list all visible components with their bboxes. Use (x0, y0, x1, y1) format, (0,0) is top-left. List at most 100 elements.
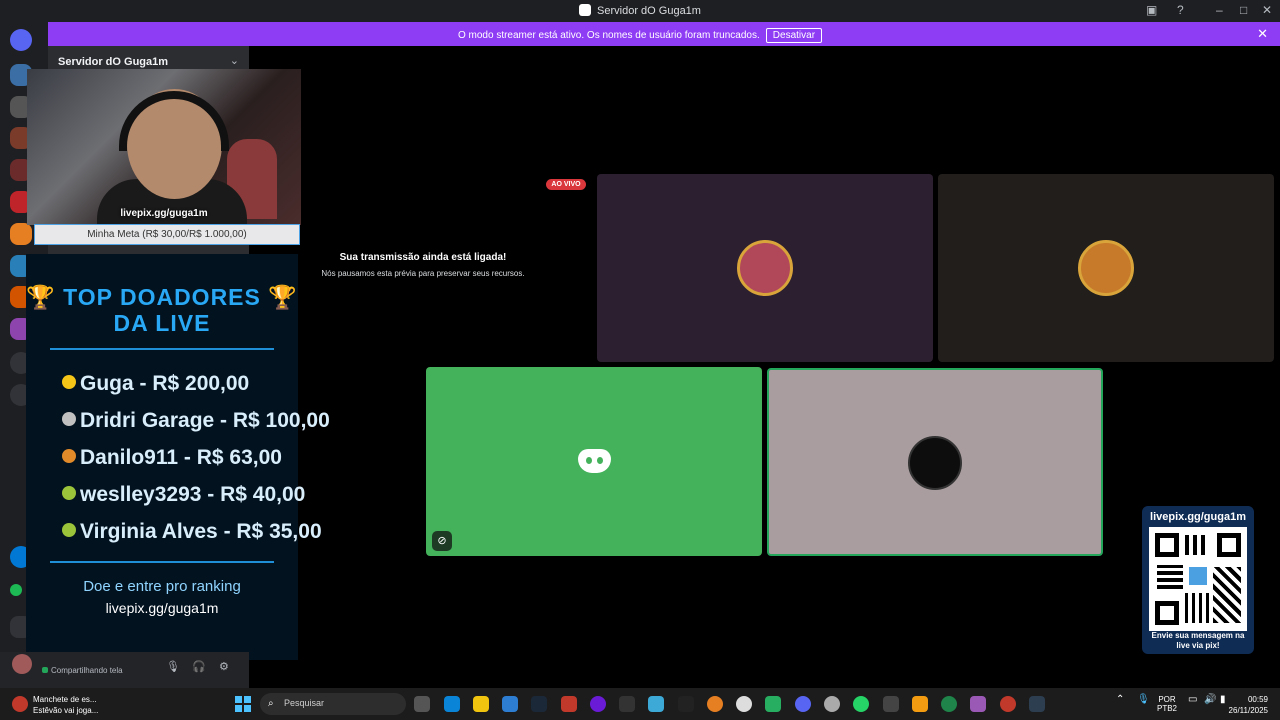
discord-icon[interactable] (795, 696, 811, 712)
app-icon[interactable] (912, 696, 928, 712)
qr-modules (1157, 565, 1183, 589)
close-banner-icon[interactable]: ✕ (1257, 26, 1268, 42)
stream-paused-message: Sua transmissão ainda está ligada! Nós p… (300, 252, 546, 278)
live-badge: AO VIVO (546, 179, 586, 190)
streamer-mode-banner: O modo streamer está ativo. Os nomes de … (0, 22, 1280, 46)
inbox-icon[interactable]: ▣ (1146, 3, 1157, 17)
donor-text: Danilo911 - R$ 63,00 (80, 446, 282, 469)
donor-text: Virginia Alves - R$ 35,00 (80, 520, 322, 543)
edge-icon[interactable] (444, 696, 460, 712)
amazon-games-icon[interactable] (619, 696, 635, 712)
participant-tile-speaking[interactable] (767, 368, 1103, 556)
app-icon[interactable] (970, 696, 986, 712)
donor-row: Virginia Alves - R$ 35,00 (62, 520, 322, 544)
app-icon[interactable] (883, 696, 899, 712)
divider (50, 348, 274, 350)
muted-camera-icon: ⊘ (432, 531, 452, 551)
taskbar-search[interactable]: ⌕ Pesquisar (260, 693, 406, 715)
battery-icon[interactable]: ▮ (1220, 695, 1226, 705)
epic-games-icon[interactable] (678, 696, 694, 712)
silver-medal-icon (62, 412, 76, 426)
chevron-down-icon[interactable]: ⌄ (230, 54, 239, 67)
app-icon[interactable] (707, 696, 723, 712)
app-icon[interactable] (648, 696, 664, 712)
close-window-icon[interactable]: ✕ (1262, 3, 1272, 17)
qr-card-link: livepix.gg/guga1m (1150, 511, 1246, 523)
network-icon[interactable]: ▭ (1188, 695, 1197, 705)
keyboard-layout: PTB2 (1157, 704, 1178, 713)
discord-app-icon (579, 4, 592, 16)
settings-gear-icon[interactable]: ⚙ (219, 660, 229, 673)
news-widget[interactable]: Manchete de es... Estêvão vai joga... (33, 694, 98, 716)
chevron-up-icon[interactable]: ⌃ (1116, 695, 1124, 705)
app-icon[interactable] (824, 696, 840, 712)
camera-caption: livepix.gg/guga1m (120, 208, 208, 219)
donation-goal-bar: Minha Meta (R$ 30,00/R$ 1.000,00) (34, 224, 300, 245)
donor-row: Guga - R$ 200,00 (62, 372, 249, 396)
participant-tile[interactable]: ⊘ (426, 367, 762, 556)
server-name[interactable]: Servidor dO Guga1m (58, 56, 168, 68)
volume-icon[interactable]: 🔊 (1204, 695, 1216, 705)
app-icon[interactable] (765, 696, 781, 712)
stream-subtext: Nós pausamos esta prévia para preservar … (321, 269, 525, 278)
medal-icon (62, 486, 76, 500)
participant-tile[interactable] (938, 174, 1274, 362)
gold-medal-icon (62, 375, 76, 389)
server-icon[interactable] (10, 223, 32, 245)
stream-heading: Sua transmissão ainda está ligada! (339, 252, 507, 263)
windows-start-icon[interactable] (235, 696, 251, 712)
donors-title: 🏆 TOP DOADORES 🏆 DA LIVE (26, 284, 298, 336)
qr-finder (1217, 533, 1241, 557)
language-indicator[interactable]: POR PTB2 (1157, 695, 1177, 713)
medal-icon (62, 523, 76, 537)
qr-modules (1185, 535, 1209, 555)
donor-row: weslley3293 - R$ 40,00 (62, 483, 305, 507)
app-icon[interactable] (736, 696, 752, 712)
donor-text: Dridri Garage - R$ 100,00 (80, 409, 330, 432)
qr-finder (1155, 601, 1179, 625)
headphones-icon[interactable]: 🎧 (192, 660, 206, 673)
disable-streamer-mode-button[interactable]: Desativar (765, 28, 823, 43)
discord-home-icon[interactable] (10, 29, 32, 51)
avatar[interactable] (12, 654, 32, 674)
clock[interactable]: 00:59 26/11/2025 (1229, 694, 1268, 716)
participant-avatar (1078, 240, 1134, 296)
date: 26/11/2025 (1228, 706, 1268, 715)
qr-card-message: Envie sua mensagem na live via pix! (1151, 631, 1245, 650)
screen-share-status: Compartilhando tela (42, 666, 123, 675)
app-icon[interactable] (561, 696, 577, 712)
help-icon[interactable]: ? (1177, 3, 1184, 17)
news-subtitle: Estêvão vai joga... (33, 706, 99, 715)
news-widget-icon[interactable] (12, 696, 28, 712)
donors-title-line2: DA LIVE (113, 310, 211, 336)
microphone-tray-icon[interactable]: 🎙 (1137, 695, 1150, 705)
qr-modules (1185, 593, 1209, 623)
participant-tile[interactable] (597, 174, 933, 362)
whatsapp-icon[interactable] (853, 696, 869, 712)
app-icon[interactable] (941, 696, 957, 712)
bronze-medal-icon (62, 449, 76, 463)
donor-text: Guga - R$ 200,00 (80, 372, 250, 395)
app-icon[interactable] (1029, 696, 1045, 712)
time: 00:59 (1247, 695, 1268, 704)
spotify-icon[interactable] (10, 584, 22, 596)
app-icon[interactable] (590, 696, 606, 712)
minimize-icon[interactable]: – (1216, 3, 1223, 17)
donors-title-line1: 🏆 TOP DOADORES 🏆 (26, 284, 298, 310)
store-icon[interactable] (502, 696, 518, 712)
user-panel: Compartilhando tela 🎙 🎧 ⚙ (0, 652, 249, 688)
microphone-icon[interactable]: 🎙 (166, 660, 180, 673)
app-icon[interactable] (1000, 696, 1016, 712)
qr-finder (1155, 533, 1179, 557)
task-view-icon[interactable] (414, 696, 430, 712)
file-explorer-icon[interactable] (473, 696, 489, 712)
donor-row: Dridri Garage - R$ 100,00 (62, 409, 330, 433)
search-placeholder: Pesquisar (284, 698, 325, 708)
discord-logo-icon (578, 449, 611, 473)
qr-code (1149, 527, 1247, 631)
steam-icon[interactable] (531, 696, 547, 712)
maximize-icon[interactable]: □ (1240, 3, 1247, 17)
webcam-overlay: livepix.gg/guga1m (27, 69, 301, 225)
qr-center-logo (1189, 567, 1207, 585)
status-text: Compartilhando tela (51, 666, 123, 675)
